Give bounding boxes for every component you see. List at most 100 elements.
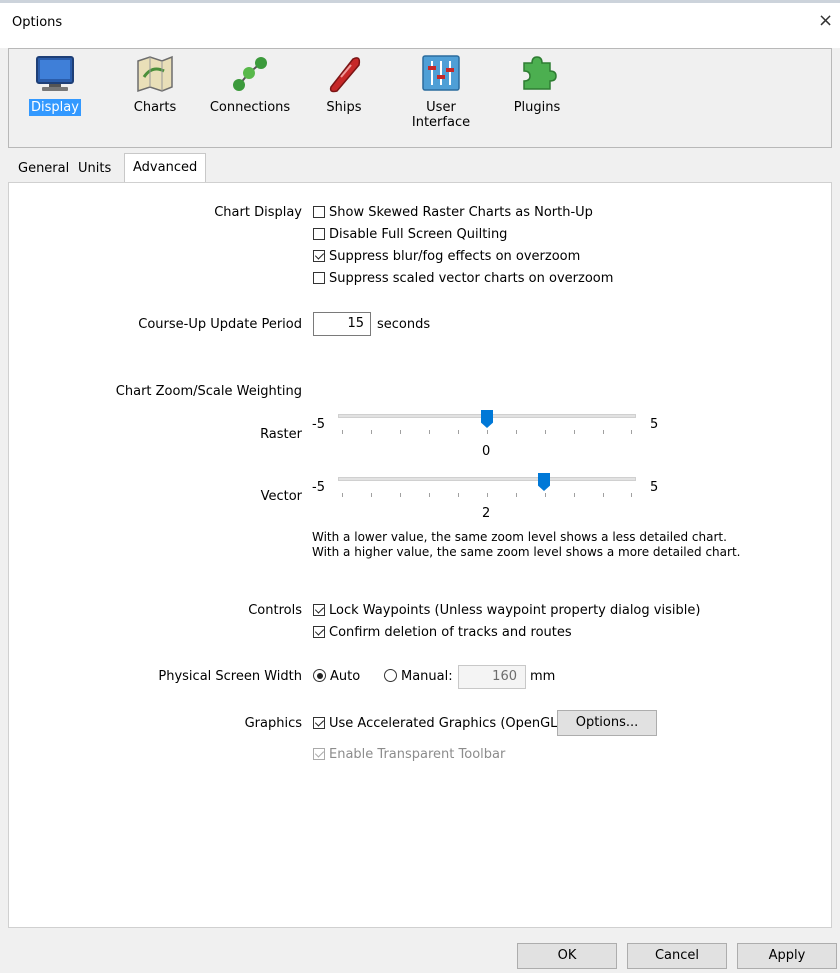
- toolbar-item-display[interactable]: Display: [25, 53, 85, 116]
- slider-tick: [458, 493, 459, 497]
- course-up-label: Course-Up Update Period: [138, 317, 302, 332]
- slider-tick: [371, 430, 372, 434]
- toolbar-label: Plugins: [513, 100, 561, 115]
- toolbar-label: Ships: [326, 100, 362, 115]
- slider-tick: [631, 493, 632, 497]
- user-interface-icon: [422, 55, 460, 91]
- slider-tick: [487, 493, 488, 497]
- checkbox-label: Suppress scaled vector charts on overzoo…: [329, 271, 614, 286]
- suppress-scaled-vector-checkbox[interactable]: Suppress scaled vector charts on overzoo…: [313, 271, 613, 287]
- course-up-unit: seconds: [377, 317, 431, 332]
- checkbox-box: [313, 272, 325, 284]
- tab-general[interactable]: General: [18, 157, 69, 181]
- vector-min-label: -5: [312, 480, 325, 495]
- zoom-help-line-2: With a higher value, the same zoom level…: [312, 545, 741, 559]
- suppress-blur-checkbox[interactable]: Suppress blur/fog effects on overzoom: [313, 249, 580, 265]
- toolbar-item-plugins[interactable]: Plugins: [509, 53, 565, 116]
- checkbox-label: Show Skewed Raster Charts as North-Up: [329, 205, 593, 220]
- slider-tick: [574, 493, 575, 497]
- toolbar-label: Display: [29, 99, 81, 116]
- close-icon[interactable]: ×: [818, 12, 833, 30]
- raster-slider[interactable]: [338, 410, 636, 440]
- window-title: Options: [12, 15, 63, 30]
- screen-width-label: Physical Screen Width: [158, 669, 302, 684]
- slider-tick: [545, 493, 546, 497]
- checkbox-label: Lock Waypoints (Unless waypoint property…: [329, 603, 701, 618]
- raster-label: Raster: [260, 427, 302, 442]
- north-up-checkbox[interactable]: Show Skewed Raster Charts as North-Up: [313, 205, 593, 221]
- confirm-deletion-checkbox[interactable]: Confirm deletion of tracks and routes: [313, 625, 572, 641]
- slider-tick: [516, 493, 517, 497]
- cancel-button[interactable]: Cancel: [627, 943, 727, 969]
- ok-button[interactable]: OK: [517, 943, 617, 969]
- slider-tick: [458, 430, 459, 434]
- toolbar-item-charts[interactable]: Charts: [127, 53, 183, 116]
- connections-icon: [233, 57, 267, 91]
- vector-slider[interactable]: [338, 473, 636, 503]
- checkbox-label: Suppress blur/fog effects on overzoom: [329, 249, 581, 264]
- checkbox-box: [313, 748, 325, 760]
- slider-track: [338, 477, 636, 481]
- slider-tick: [400, 430, 401, 434]
- slider-tick: [545, 430, 546, 434]
- slider-tick: [429, 430, 430, 434]
- transparent-toolbar-checkbox: Enable Transparent Toolbar: [313, 747, 505, 763]
- checkbox-box: [313, 250, 325, 262]
- raster-value: 0: [482, 444, 491, 459]
- slider-tick: [487, 430, 488, 434]
- screen-width-input[interactable]: 160: [458, 665, 526, 689]
- plugins-icon: [523, 56, 557, 90]
- title-bar: Options ×: [0, 0, 840, 48]
- display-icon: [36, 56, 74, 91]
- disable-quilting-checkbox[interactable]: Disable Full Screen Quilting: [313, 227, 507, 243]
- slider-tick: [400, 493, 401, 497]
- radio-dot: [313, 669, 326, 682]
- vector-slider-thumb[interactable]: [538, 473, 550, 491]
- checkbox-box: [313, 717, 325, 729]
- options-toolbar: Display Charts Connections Ships User In…: [8, 48, 832, 148]
- vector-label: Vector: [260, 489, 302, 504]
- checkbox-label: Use Accelerated Graphics (OpenGL): [329, 716, 563, 731]
- checkbox-label: Enable Transparent Toolbar: [329, 747, 506, 762]
- toolbar-label: Charts: [133, 100, 177, 115]
- apply-button[interactable]: Apply: [737, 943, 837, 969]
- graphics-label: Graphics: [244, 716, 302, 731]
- checkbox-box: [313, 228, 325, 240]
- screen-width-unit: mm: [530, 669, 556, 684]
- slider-tick: [603, 430, 604, 434]
- tab-units[interactable]: Units: [78, 157, 111, 181]
- toolbar-item-ships[interactable]: Ships: [321, 53, 367, 116]
- vector-value: 2: [482, 506, 491, 521]
- zoom-weighting-heading: Chart Zoom/Scale Weighting: [115, 384, 302, 399]
- raster-slider-thumb[interactable]: [481, 410, 493, 428]
- charts-icon: [137, 55, 173, 93]
- slider-tick: [574, 430, 575, 434]
- raster-max-label: 5: [650, 417, 659, 432]
- graphics-options-button[interactable]: Options...: [557, 710, 657, 736]
- raster-min-label: -5: [312, 417, 325, 432]
- course-up-period-input[interactable]: 15: [313, 312, 371, 336]
- checkbox-box: [313, 604, 325, 616]
- controls-label: Controls: [248, 603, 302, 618]
- screen-width-auto-radio[interactable]: Auto: [313, 669, 360, 685]
- tab-advanced[interactable]: Advanced: [124, 153, 207, 183]
- checkbox-box: [313, 626, 325, 638]
- zoom-help-line-1: With a lower value, the same zoom level …: [312, 530, 727, 544]
- chart-display-label: Chart Display: [214, 205, 302, 220]
- opengl-checkbox[interactable]: Use Accelerated Graphics (OpenGL): [313, 716, 563, 732]
- lock-waypoints-checkbox[interactable]: Lock Waypoints (Unless waypoint property…: [313, 603, 700, 619]
- title-bar-edge: [0, 0, 840, 3]
- radio-label: Manual:: [401, 669, 453, 684]
- slider-tick: [342, 493, 343, 497]
- toolbar-item-user-interface[interactable]: User Interface: [395, 53, 487, 131]
- toolbar-label: User Interface: [411, 100, 471, 130]
- slider-tick: [371, 493, 372, 497]
- vector-max-label: 5: [650, 480, 659, 495]
- radio-dot: [384, 669, 397, 682]
- slider-tick: [342, 430, 343, 434]
- toolbar-item-connections[interactable]: Connections: [205, 53, 295, 116]
- checkbox-box: [313, 206, 325, 218]
- checkbox-label: Disable Full Screen Quilting: [329, 227, 508, 242]
- screen-width-manual-radio[interactable]: Manual:: [384, 669, 453, 685]
- toolbar-label: Connections: [209, 100, 291, 115]
